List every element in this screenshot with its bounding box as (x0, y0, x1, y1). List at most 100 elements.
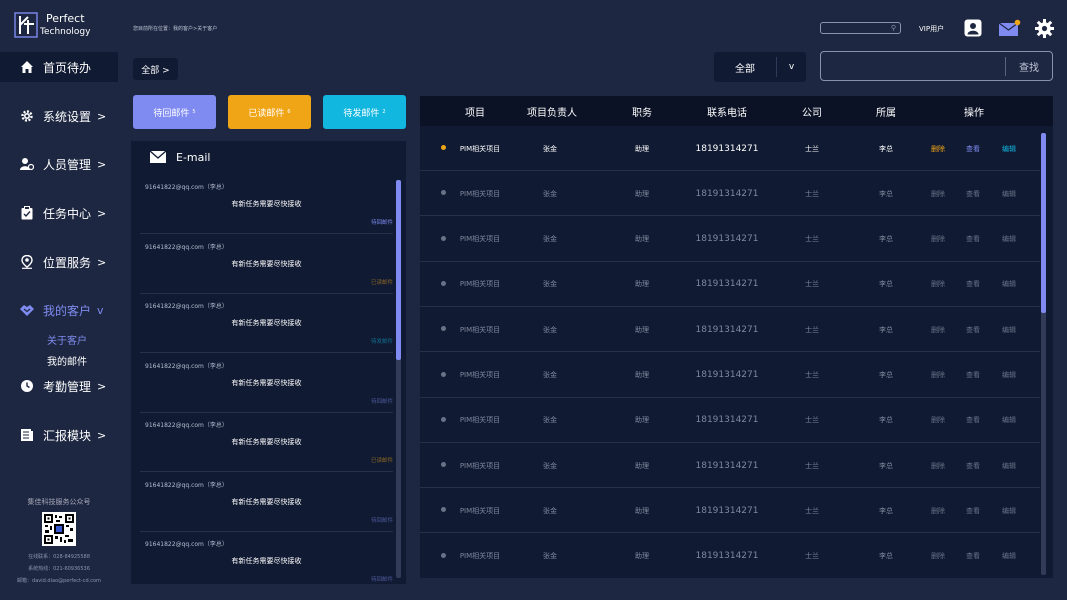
logo-mark-icon (14, 12, 38, 38)
view-button[interactable]: 查看 (966, 443, 980, 488)
table-scrollbar[interactable] (1041, 133, 1046, 575)
cell-phone: 18191314271 (695, 279, 759, 290)
tab-pending-send[interactable]: 待发邮件 2 (323, 95, 406, 129)
search-input[interactable]: 查找 (820, 51, 1053, 81)
search-button[interactable]: 查找 (1006, 52, 1052, 80)
delete-button[interactable]: 删除 (931, 488, 945, 533)
edit-button[interactable]: 编辑 (1002, 353, 1016, 398)
edit-button[interactable]: 编辑 (1002, 171, 1016, 216)
email-list-item[interactable]: 91641822@qq.com（李总） 有新任务需要尽快接收 待回邮件 (140, 474, 393, 532)
sidebar-item-task-center[interactable]: 任务中心 > (0, 198, 118, 228)
view-button[interactable]: 查看 (966, 534, 980, 578)
view-button[interactable]: 查看 (966, 307, 980, 352)
cell-company: 士兰 (805, 325, 819, 334)
sidebar-item-system-settings[interactable]: 系统设置 > (0, 101, 118, 131)
tab-label: 已读邮件 (248, 108, 285, 119)
email-list-item[interactable]: 91641822@qq.com（李总） 有新任务需要尽快接收 待回邮件 (140, 533, 393, 584)
location-pin-icon (19, 254, 35, 270)
edit-button[interactable]: 编辑 (1002, 534, 1016, 578)
delete-button[interactable]: 删除 (931, 353, 945, 398)
table-row[interactable]: PIM相关项目 张金 助理 18191314271 士兰 李总 删除 查看 编辑 (420, 534, 1040, 578)
clipboard-icon (19, 205, 35, 221)
filter-all-chip[interactable]: 全部 > (133, 58, 178, 80)
email-list-item[interactable]: 91641822@qq.com（李总） 有新任务需要尽快接收 已读邮件 (140, 414, 393, 472)
table-row[interactable]: PIM相关项目 张金 助理 18191314271 士兰 李总 删除 查看 编辑 (420, 126, 1040, 171)
sidebar-item-my-customers[interactable]: 我的客户 v (0, 295, 118, 325)
table-row[interactable]: PIM相关项目 张金 助理 18191314271 士兰 李总 删除 查看 编辑 (420, 443, 1040, 489)
cell-owner: 张金 (543, 416, 557, 425)
edit-button[interactable]: 编辑 (1002, 307, 1016, 352)
view-button[interactable]: 查看 (966, 488, 980, 533)
vip-user-label[interactable]: VIP用户 (919, 24, 944, 34)
chevron-down-icon: v (97, 303, 104, 317)
email-scrollbar-thumb[interactable] (396, 180, 401, 360)
delete-button[interactable]: 删除 (931, 126, 945, 171)
email-list-item[interactable]: 91641822@qq.com（李总） 有新任务需要尽快接收 待回邮件 (140, 355, 393, 413)
sidebar-subitem-about-customers[interactable]: 关于客户 (47, 332, 87, 347)
category-select[interactable]: 全部 v (714, 52, 806, 82)
email-list-item[interactable]: 91641822@qq.com（李总） 有新任务需要尽快接收 待发邮件 (140, 295, 393, 353)
email-sender: 91641822@qq.com（李总） (145, 303, 228, 310)
cell-position: 助理 (635, 506, 649, 515)
sidebar-item-personnel[interactable]: 人员管理 > (0, 149, 118, 179)
email-status: 待回邮件 (370, 220, 393, 226)
cell-company: 士兰 (805, 189, 819, 198)
cell-phone: 18191314271 (695, 460, 759, 471)
email-scrollbar[interactable] (396, 180, 401, 578)
view-button[interactable]: 查看 (966, 398, 980, 443)
delete-button[interactable]: 删除 (931, 171, 945, 216)
view-button[interactable]: 查看 (966, 353, 980, 398)
sidebar-item-location[interactable]: 位置服务 > (0, 247, 118, 277)
edit-button[interactable]: 编辑 (1002, 398, 1016, 443)
cell-company: 士兰 (805, 506, 819, 515)
cell-company: 士兰 (805, 416, 819, 425)
sidebar-item-reports[interactable]: 汇报模块 > (0, 420, 118, 450)
edit-button[interactable]: 编辑 (1002, 443, 1016, 488)
cell-position: 助理 (635, 144, 649, 153)
table-row[interactable]: PIM相关项目 张金 助理 18191314271 士兰 李总 删除 查看 编辑 (420, 262, 1040, 307)
email-list-item[interactable]: 91641822@qq.com（李总） 有新任务需要尽快接收 待回邮件 (140, 176, 393, 234)
cell-owner: 张金 (543, 325, 557, 334)
delete-button[interactable]: 删除 (931, 534, 945, 578)
sidebar-subitem-my-mail[interactable]: 我的邮件 (47, 353, 87, 368)
email-list-item[interactable]: 91641822@qq.com（李总） 有新任务需要尽快接收 已读邮件 (140, 236, 393, 294)
mail-notification-icon[interactable] (998, 19, 1022, 37)
chevron-down-icon[interactable]: v (777, 52, 806, 82)
cell-belongs: 李总 (879, 144, 893, 153)
delete-button[interactable]: 删除 (931, 443, 945, 488)
sidebar-item-home-todo[interactable]: 首页待办 (0, 52, 118, 82)
edit-button[interactable]: 编辑 (1002, 217, 1016, 262)
sidebar-item-attendance[interactable]: 考勤管理 > (0, 371, 118, 401)
delete-button[interactable]: 删除 (931, 307, 945, 352)
view-button[interactable]: 查看 (966, 262, 980, 307)
cell-belongs: 李总 (879, 552, 893, 561)
table-scrollbar-thumb[interactable] (1041, 133, 1046, 313)
view-button[interactable]: 查看 (966, 217, 980, 262)
delete-button[interactable]: 删除 (931, 262, 945, 307)
view-button[interactable]: 查看 (966, 171, 980, 216)
cell-project: PIM相关项目 (459, 506, 501, 515)
table-row[interactable]: PIM相关项目 张金 助理 18191314271 士兰 李总 删除 查看 编辑 (420, 353, 1040, 398)
user-avatar-icon[interactable] (964, 19, 982, 37)
table-row[interactable]: PIM相关项目 张金 助理 18191314271 士兰 李总 删除 查看 编辑 (420, 217, 1040, 262)
table-row[interactable]: PIM相关项目 张金 助理 18191314271 士兰 李总 删除 查看 编辑 (420, 171, 1040, 217)
settings-gear-icon[interactable] (1035, 19, 1054, 38)
delete-button[interactable]: 删除 (931, 217, 945, 262)
edit-button[interactable]: 编辑 (1002, 262, 1016, 307)
chevron-right-icon: > (97, 206, 107, 220)
search-icon[interactable]: ⚲ (891, 24, 896, 32)
table-row[interactable]: PIM相关项目 张金 助理 18191314271 士兰 李总 删除 查看 编辑 (420, 307, 1040, 353)
tab-count: 5 (192, 109, 196, 115)
edit-button[interactable]: 编辑 (1002, 488, 1016, 533)
view-button[interactable]: 查看 (966, 126, 980, 171)
cell-project: PIM相关项目 (459, 325, 501, 334)
cell-company: 士兰 (805, 235, 819, 244)
tab-read[interactable]: 已读邮件 6 (228, 95, 311, 129)
tab-pending-reply[interactable]: 待回邮件 5 (133, 95, 216, 129)
cell-position: 助理 (635, 552, 649, 561)
edit-button[interactable]: 编辑 (1002, 126, 1016, 171)
header-search-input[interactable]: ⚲ (820, 22, 901, 34)
delete-button[interactable]: 删除 (931, 398, 945, 443)
table-row[interactable]: PIM相关项目 张金 助理 18191314271 士兰 李总 删除 查看 编辑 (420, 398, 1040, 443)
table-row[interactable]: PIM相关项目 张金 助理 18191314271 士兰 李总 删除 查看 编辑 (420, 488, 1040, 534)
